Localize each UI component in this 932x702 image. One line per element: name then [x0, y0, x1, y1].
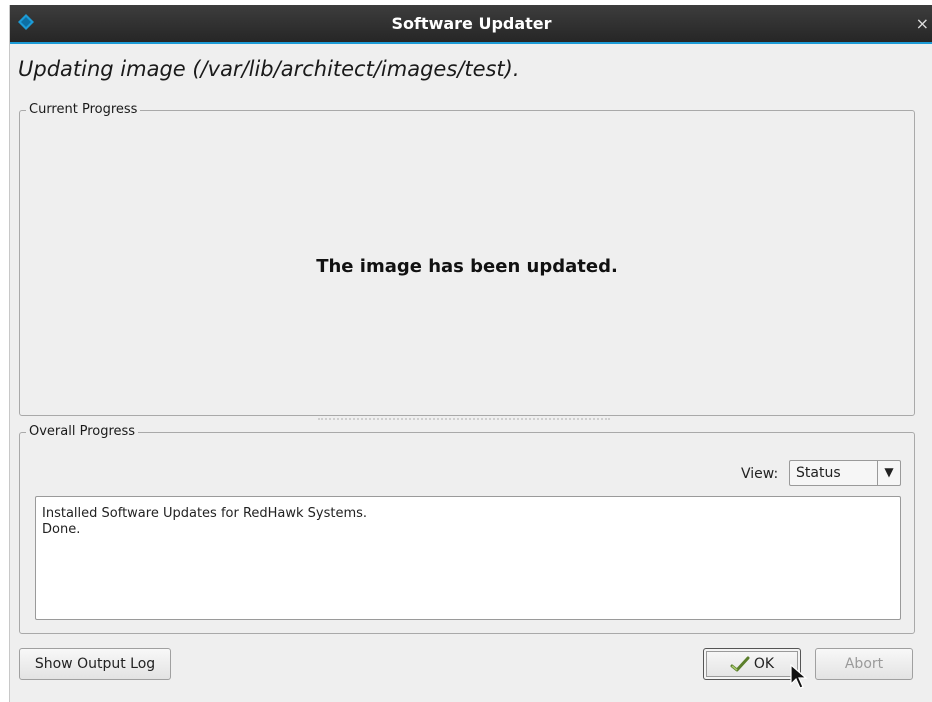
- view-label: View:: [741, 466, 779, 482]
- show-output-log-button[interactable]: Show Output Log: [19, 648, 171, 680]
- window-title: Software Updater: [391, 14, 552, 33]
- chevron-down-icon[interactable]: ▼: [877, 461, 900, 485]
- ok-button-label: OK: [753, 656, 775, 672]
- view-select[interactable]: Status ▼: [789, 460, 901, 486]
- overall-progress-label: Overall Progress: [26, 424, 139, 440]
- ok-button[interactable]: OK: [703, 648, 801, 680]
- splitter-handle[interactable]: [318, 418, 610, 420]
- current-progress-group: Current Progress The image has been upda…: [19, 102, 915, 416]
- log-line: Installed Software Updates for RedHawk S…: [42, 506, 368, 521]
- view-select-value: Status: [796, 465, 841, 481]
- log-line: Done.: [42, 522, 81, 537]
- close-icon[interactable]: ×: [916, 14, 929, 33]
- mouse-pointer-icon: [790, 664, 808, 689]
- log-text-area[interactable]: Installed Software Updates for RedHawk S…: [35, 496, 901, 620]
- abort-button[interactable]: Abort: [815, 648, 913, 680]
- overall-progress-group: Overall Progress View: Status ▼ Installe…: [19, 424, 915, 634]
- status-message: The image has been updated.: [316, 256, 618, 277]
- current-progress-label: Current Progress: [26, 102, 141, 118]
- page-title: Updating image (/var/lib/architect/image…: [18, 57, 520, 81]
- check-pen-icon: [730, 656, 750, 672]
- title-bar[interactable]: Software Updater ×: [10, 5, 932, 44]
